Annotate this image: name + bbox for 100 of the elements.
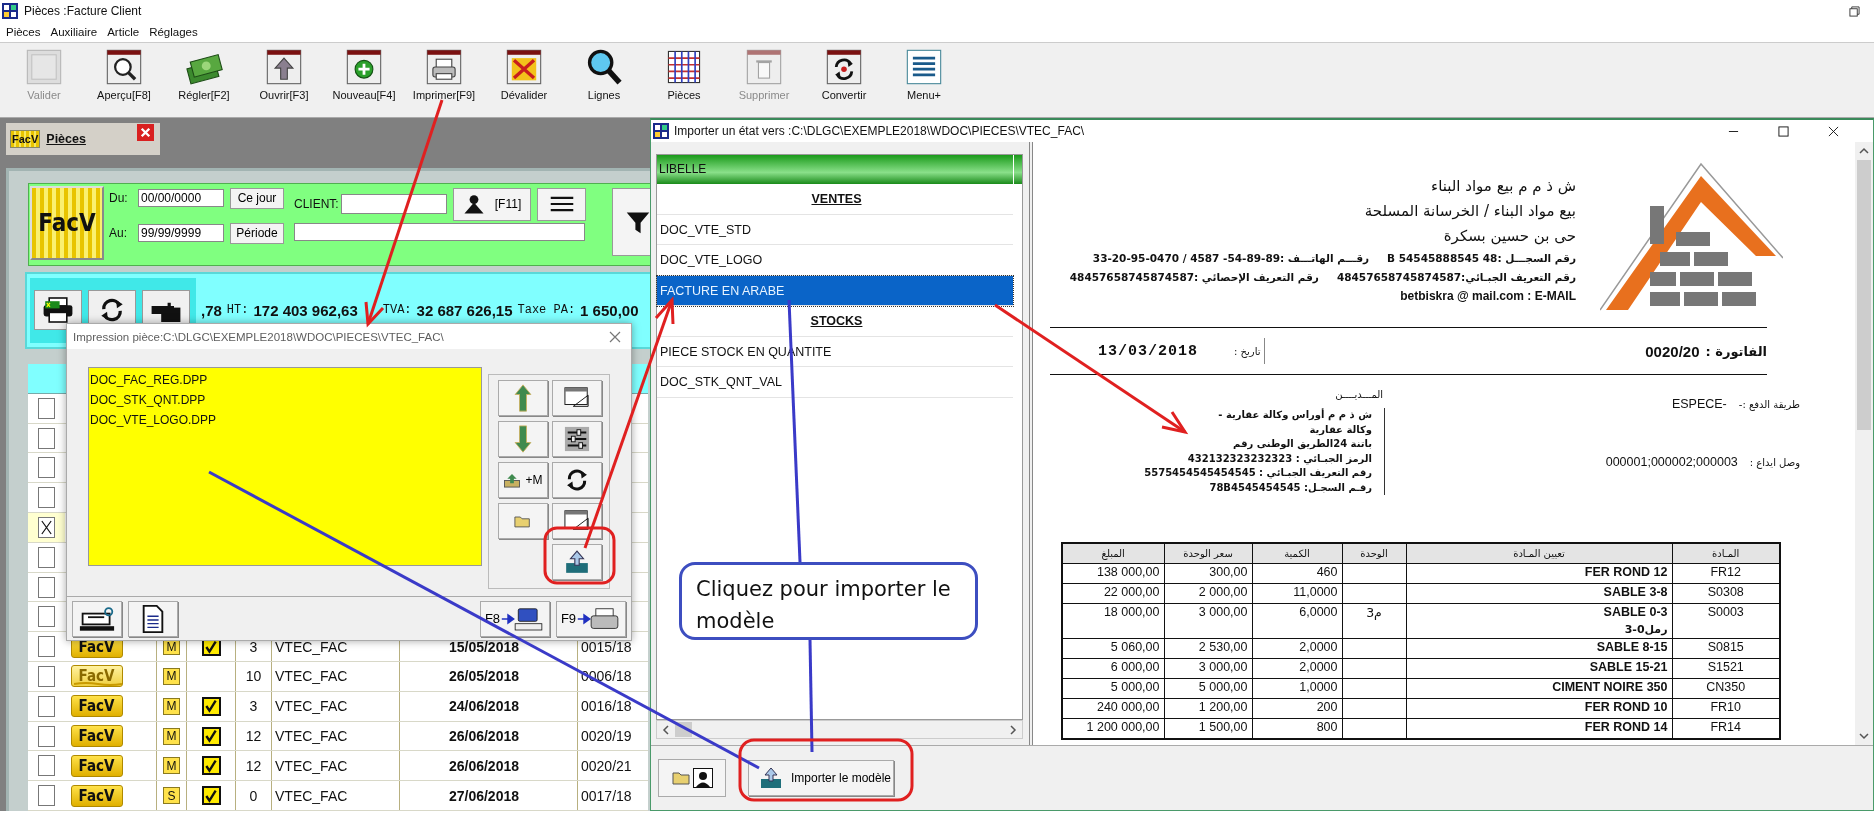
scrollbar-thumb[interactable]: [1857, 160, 1871, 430]
table-cell: 460: [1252, 563, 1342, 584]
menu-item[interactable]: Pièces: [6, 26, 41, 38]
list-item[interactable]: DOC_STK_QNT_VAL: [657, 367, 1013, 398]
table-cell: 26/06/2018: [400, 751, 578, 781]
list-item[interactable]: DOC_FAC_REG.DPP: [89, 370, 481, 390]
open-button[interactable]: [658, 759, 726, 797]
table-cell: 12: [236, 751, 272, 781]
validated-checkbox[interactable]: [201, 756, 221, 776]
field-value: ESPECE-: [1671, 397, 1727, 411]
table-cell: VTEC_FAC: [272, 662, 400, 691]
document-type-badge[interactable]: FacV: [70, 665, 123, 688]
scrollbar[interactable]: [656, 720, 1023, 739]
table-cell: 5 000,00: [1164, 678, 1252, 699]
folder-icon: [514, 513, 532, 529]
company-info-text: رقـــم الهاتـــف :89-89-54- 4587 / 0470-95-20-33: [1092, 251, 1370, 267]
validated-checkbox[interactable]: [201, 696, 221, 716]
toolbar-button[interactable]: Menu+: [884, 45, 964, 115]
plus-icon: [344, 47, 384, 87]
row-checkbox[interactable]: [38, 487, 55, 509]
document-type-badge[interactable]: FacV: [70, 784, 123, 807]
row-checkbox[interactable]: [38, 397, 55, 419]
row-checkbox[interactable]: [38, 457, 55, 479]
import-button[interactable]: [552, 544, 602, 580]
menu-button[interactable]: [537, 187, 586, 221]
row-checkbox[interactable]: [38, 546, 55, 568]
row-checkbox[interactable]: [38, 695, 55, 717]
toolbar-button[interactable]: Aperçu[F8]: [84, 45, 164, 115]
list-item[interactable]: DOC_STK_QNT.DPP: [89, 390, 481, 410]
column-header: المبلغ: [1062, 543, 1164, 564]
toolbar-button[interactable]: Lignes: [564, 45, 644, 115]
print-button[interactable]: F9: [556, 600, 626, 637]
row-checkbox[interactable]: [38, 665, 55, 687]
toolbar-button[interactable]: Régler[F2]: [164, 45, 244, 115]
group-heading: VENTES: [657, 184, 1013, 215]
import-button[interactable]: Importer le modèle: [748, 760, 894, 796]
document-type-badge[interactable]: FacV: [70, 695, 123, 718]
maximize-icon[interactable]: [1778, 125, 1789, 137]
document-type-badge[interactable]: FacV: [70, 754, 123, 777]
table-cell: SABLE 15-21: [1406, 658, 1672, 679]
company-info-text: رقم التعريف الجبـائي:48457658745874587: [1336, 270, 1576, 286]
row-checkbox[interactable]: [38, 755, 55, 777]
close-icon[interactable]: [1828, 125, 1839, 137]
toolbar-button[interactable]: Imprimer[F9]: [404, 45, 484, 115]
table-cell: 24/06/2018: [400, 691, 578, 721]
move-up-button[interactable]: [498, 380, 548, 416]
list-item[interactable]: DOC_VTE_LOGO.DPP: [89, 410, 481, 430]
client-button[interactable]: [F11]: [453, 187, 531, 221]
date-field[interactable]: 00/00/0000: [138, 189, 224, 208]
document-type-button[interactable]: FacV: [30, 185, 104, 260]
export-button[interactable]: [34, 290, 82, 331]
validated-checkbox[interactable]: [201, 786, 221, 806]
row-checkbox[interactable]: [38, 576, 55, 598]
field-label: Du:: [109, 191, 129, 206]
restore-icon[interactable]: [1849, 5, 1860, 17]
open-folder-button[interactable]: [498, 503, 548, 539]
row-checkbox[interactable]: [38, 427, 55, 449]
design-button[interactable]: [552, 380, 602, 416]
row-checkbox[interactable]: [38, 725, 55, 747]
printer-wrench-icon: [79, 604, 115, 633]
refresh-button[interactable]: [552, 462, 602, 498]
field-label: تاريخ :: [1234, 345, 1261, 357]
toolbar-button[interactable]: Convertir: [804, 45, 884, 115]
table-cell: S1521: [1672, 658, 1780, 679]
period-button[interactable]: Période: [230, 222, 284, 244]
table-cell: VTEC_FAC: [272, 751, 400, 781]
field-label: المـــديــــن: [1335, 389, 1383, 400]
row-checkbox[interactable]: [38, 636, 55, 658]
dialog-title: Importer un état vers :C:\DLGC\EXEMPLE2018\WDOC\PIECES\VTEC_FAC\: [674, 124, 1086, 138]
table-cell: 26/06/2018: [400, 721, 578, 751]
document-button[interactable]: [128, 600, 178, 637]
column-header: تعيين المـادة: [1406, 543, 1672, 564]
move-down-button[interactable]: [498, 421, 548, 457]
toolbar-button[interactable]: Dévalider: [484, 45, 564, 115]
company-text: حى بن حسين بسكرة: [1443, 226, 1576, 247]
window-tab[interactable]: FacV Pièces: [6, 123, 160, 155]
date-field[interactable]: 99/99/9999: [138, 224, 224, 243]
add-model-button[interactable]: +M: [498, 462, 548, 498]
today-button[interactable]: Ce jour: [230, 187, 284, 209]
client-field[interactable]: [341, 194, 447, 215]
toolbar-button[interactable]: Pièces: [644, 45, 724, 115]
preview-button[interactable]: F8: [480, 600, 550, 637]
printer-settings-button[interactable]: [72, 600, 122, 637]
menu-item[interactable]: Réglages: [149, 26, 198, 38]
row-checkbox[interactable]: [38, 516, 55, 538]
row-checkbox[interactable]: [38, 606, 55, 628]
settings-button[interactable]: [552, 421, 602, 457]
column-header: المـادة: [1672, 543, 1780, 564]
search-field[interactable]: [294, 222, 585, 241]
row-checkbox[interactable]: [38, 785, 55, 807]
toolbar-button[interactable]: Ouvrir[F3]: [244, 45, 324, 115]
menu-item[interactable]: Auxiliaire: [50, 26, 98, 38]
document-type-badge[interactable]: FacV: [70, 725, 123, 747]
table-cell: S0308: [1672, 583, 1780, 604]
table-cell: 200: [1252, 698, 1342, 719]
menu-item[interactable]: Article: [107, 26, 140, 38]
list-item[interactable]: DOC_VTE_STD: [657, 214, 1013, 245]
toolbar-button[interactable]: Nouveau[F4]: [324, 45, 404, 115]
validated-checkbox[interactable]: [201, 726, 221, 746]
list-item[interactable]: FACTURE EN ARABE: [657, 275, 1013, 306]
